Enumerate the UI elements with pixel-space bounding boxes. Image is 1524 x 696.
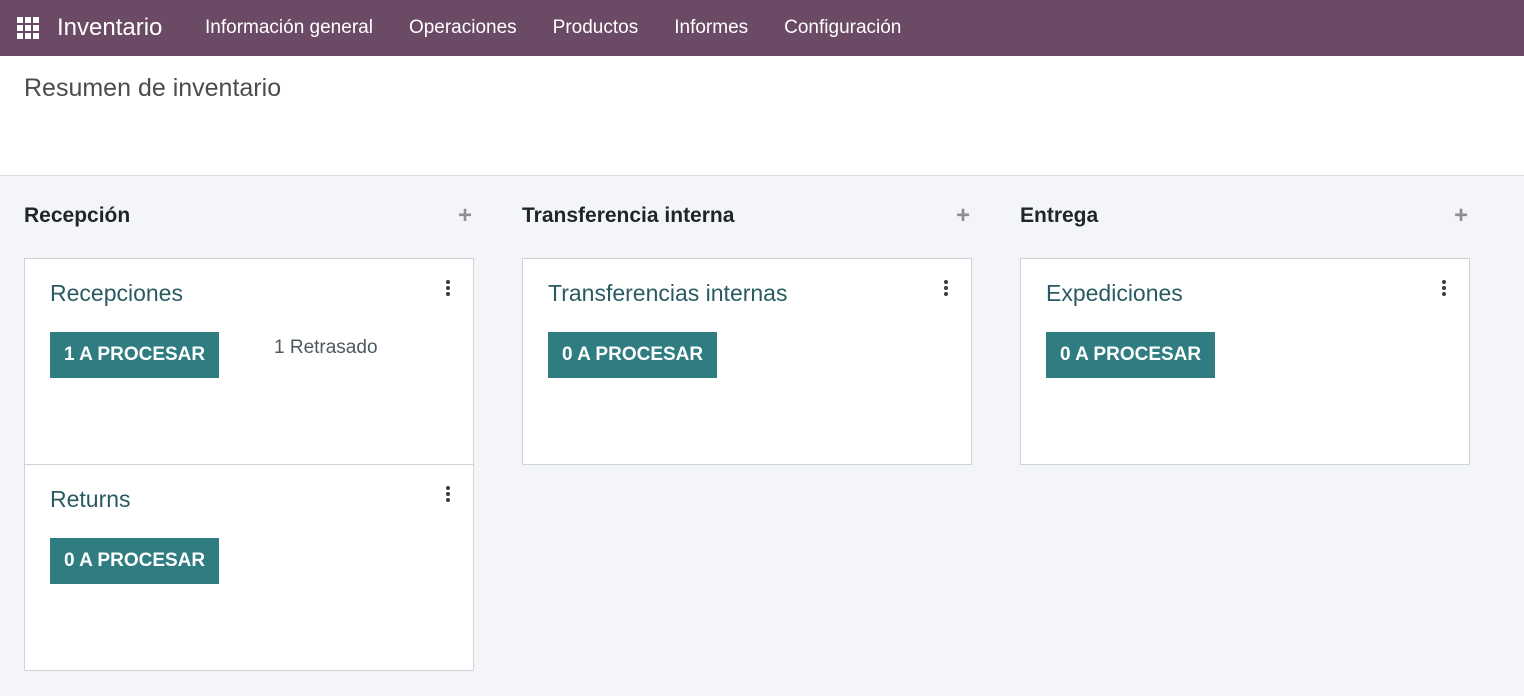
operation-card-recepciones: Recepciones 1 A PROCESAR 1 Retrasado	[24, 258, 474, 465]
to-process-button[interactable]: 0 A PROCESAR	[50, 538, 220, 584]
column-header: Transferencia interna +	[522, 176, 972, 258]
add-icon[interactable]: +	[1454, 202, 1468, 230]
column-title: Entrega	[1020, 204, 1099, 227]
card-title[interactable]: Expediciones	[1046, 279, 1183, 307]
kebab-menu-icon[interactable]	[1441, 280, 1447, 296]
column-title: Recepción	[24, 204, 131, 227]
operation-card-transferencias-internas: Transferencias internas 0 A PROCESAR	[522, 258, 972, 465]
top-navbar: Inventario Información general Operacion…	[0, 0, 1524, 56]
column-title: Transferencia interna	[522, 204, 735, 227]
menu-item-informes[interactable]: Informes	[656, 0, 766, 56]
menu-item-productos[interactable]: Productos	[535, 0, 657, 56]
to-process-button[interactable]: 0 A PROCESAR	[1046, 332, 1216, 378]
operation-card-expediciones: Expediciones 0 A PROCESAR	[1020, 258, 1470, 465]
to-process-button[interactable]: 0 A PROCESAR	[548, 332, 718, 378]
operation-card-returns: Returns 0 A PROCESAR	[24, 465, 474, 671]
kebab-menu-icon[interactable]	[445, 486, 451, 502]
kanban-column-entrega: Entrega + Expediciones 0 A PROCESAR	[1020, 176, 1470, 465]
card-title[interactable]: Recepciones	[50, 279, 183, 307]
menu-item-configuracion[interactable]: Configuración	[766, 0, 919, 56]
kanban-column-recepcion: Recepción + Recepciones 1 A PROCESAR 1 R…	[24, 176, 474, 671]
add-icon[interactable]: +	[956, 202, 970, 230]
menu-item-operaciones[interactable]: Operaciones	[391, 0, 535, 56]
page-title: Resumen de inventario	[24, 74, 282, 102]
app-name-link[interactable]: Inventario	[57, 14, 162, 42]
grid-icon[interactable]	[17, 17, 39, 39]
menu-item-informacion-general[interactable]: Información general	[187, 0, 391, 56]
kebab-menu-icon[interactable]	[943, 280, 949, 296]
to-process-button[interactable]: 1 A PROCESAR	[50, 332, 220, 378]
kebab-menu-icon[interactable]	[445, 280, 451, 296]
card-title[interactable]: Transferencias internas	[548, 279, 787, 307]
card-title[interactable]: Returns	[50, 485, 131, 513]
main-menu: Información general Operaciones Producto…	[187, 0, 919, 56]
column-header: Recepción +	[24, 176, 474, 258]
control-panel: Resumen de inventario	[0, 56, 1524, 176]
kanban-column-transferencia-interna: Transferencia interna + Transferencias i…	[522, 176, 972, 465]
late-link[interactable]: 1 Retrasado	[274, 337, 378, 359]
column-header: Entrega +	[1020, 176, 1470, 258]
add-icon[interactable]: +	[458, 202, 472, 230]
